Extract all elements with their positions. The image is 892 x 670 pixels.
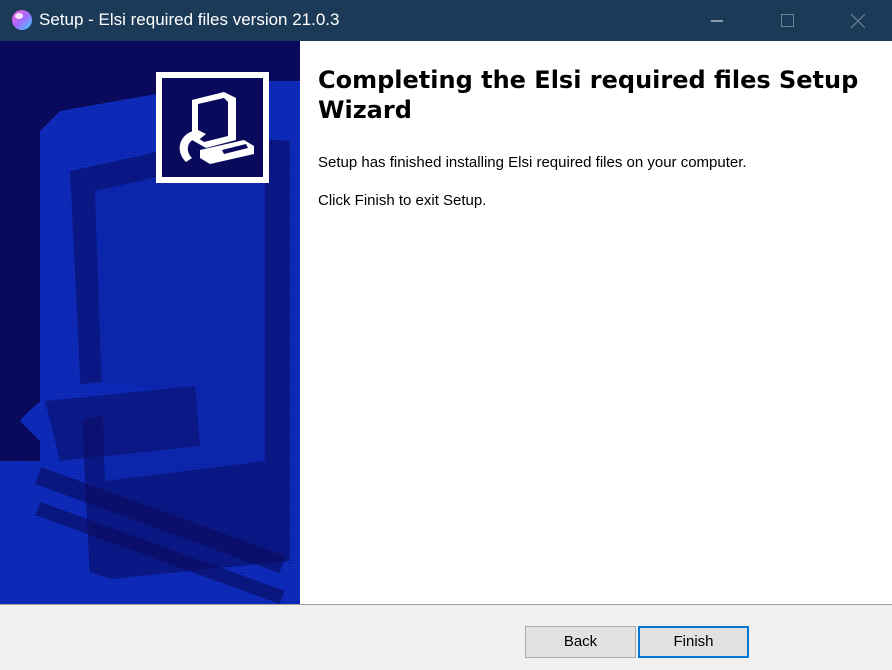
- installer-computer-icon: [179, 92, 254, 164]
- finish-message: Setup has finished installing Elsi requi…: [318, 154, 747, 171]
- maximize-icon: [781, 14, 794, 27]
- exit-instruction: Click Finish to exit Setup.: [318, 192, 487, 209]
- close-icon: [850, 13, 866, 29]
- wizard-banner: [0, 41, 300, 604]
- setup-window: Setup - Elsi required files version 21.0…: [0, 0, 892, 670]
- title-bar[interactable]: Setup - Elsi required files version 21.0…: [0, 0, 892, 41]
- minimize-button[interactable]: [681, 0, 751, 41]
- back-button[interactable]: Back: [525, 626, 636, 658]
- wizard-footer: Back Finish: [0, 605, 892, 670]
- window-title: Setup - Elsi required files version 21.0…: [39, 10, 340, 29]
- minimize-icon: [711, 20, 723, 22]
- wizard-content: Completing the Elsi required files Setup…: [300, 41, 892, 604]
- app-icon: [12, 10, 32, 30]
- close-button[interactable]: [822, 0, 892, 41]
- maximize-button[interactable]: [751, 0, 821, 41]
- finish-button[interactable]: Finish: [638, 626, 749, 658]
- wizard-logo: [156, 72, 269, 183]
- page-title: Completing the Elsi required files Setup…: [318, 66, 859, 124]
